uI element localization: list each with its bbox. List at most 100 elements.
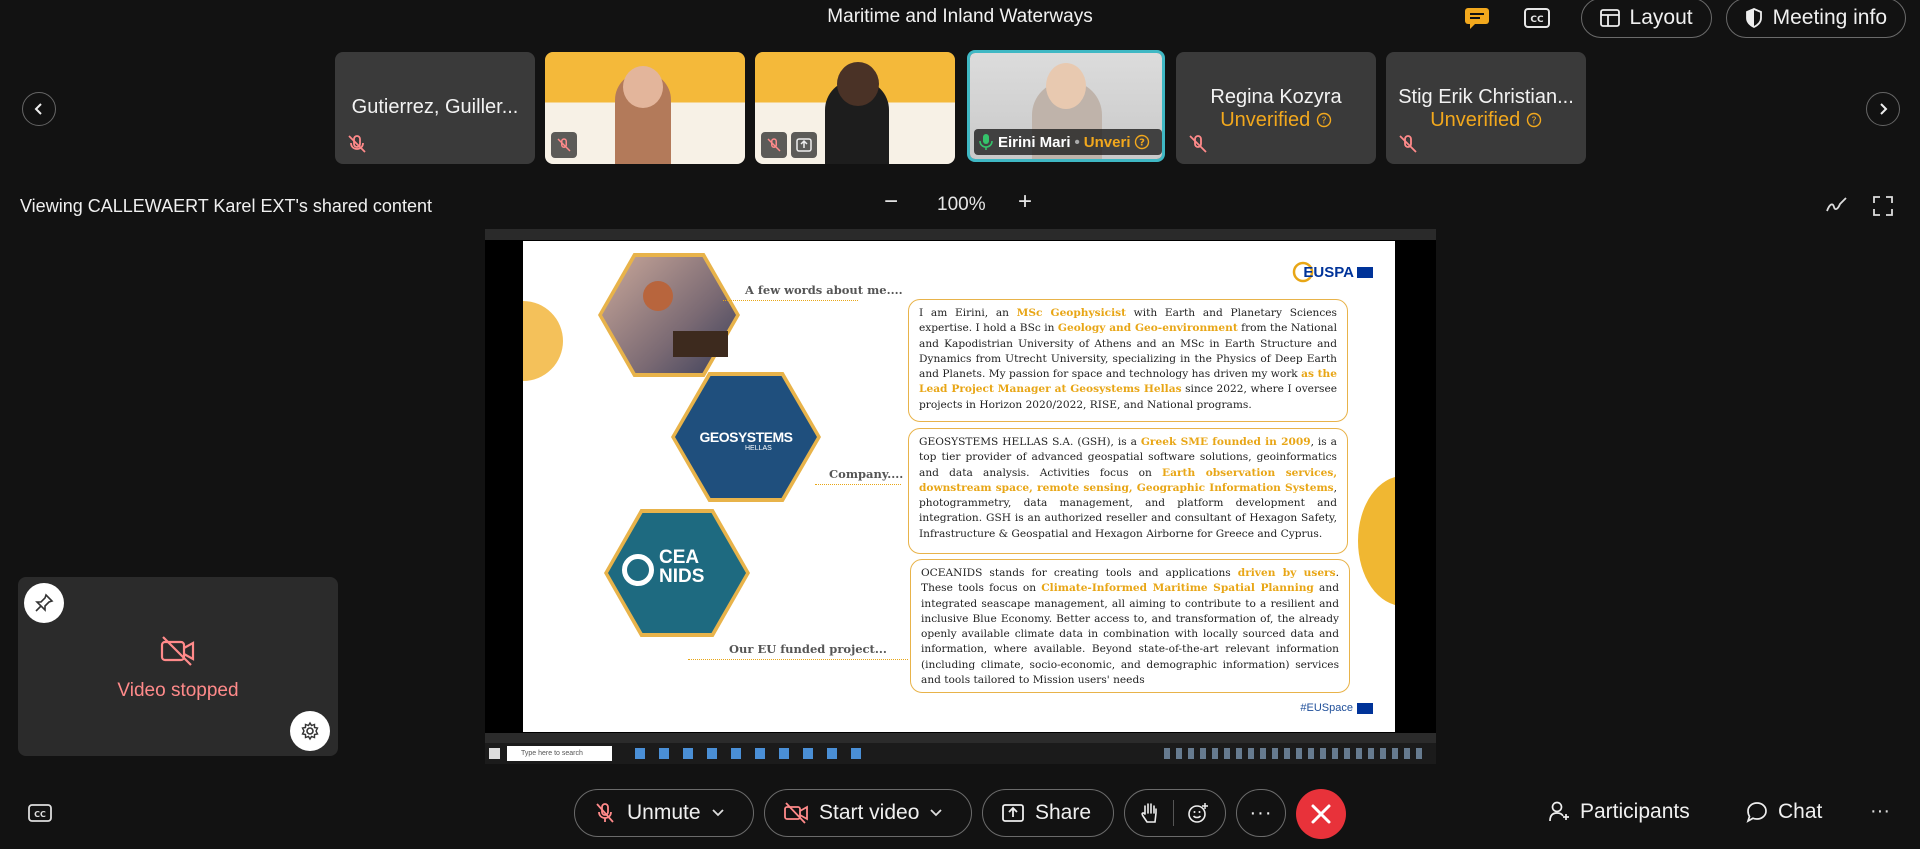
- chevron-right-icon: [1880, 103, 1888, 115]
- leave-meeting-button[interactable]: [1296, 789, 1346, 839]
- chat-button[interactable]: Chat: [1746, 800, 1822, 824]
- mic-muted-icon: [761, 132, 787, 158]
- svg-text:?: ?: [1531, 116, 1536, 127]
- hashtag-text: #EUSpace: [1300, 702, 1353, 714]
- overflow-menu-button[interactable]: ···: [1870, 800, 1890, 823]
- presentation-statusbar: [485, 733, 1436, 743]
- pin-icon: [35, 593, 54, 612]
- mic-muted-icon: [596, 803, 614, 823]
- participant-status-row: Unverified ?: [1386, 109, 1586, 132]
- strip-prev-button[interactable]: [22, 92, 56, 126]
- participant-face: [837, 62, 879, 106]
- participants-icon: [1549, 801, 1569, 822]
- closed-captions-icon[interactable]: CC: [1521, 2, 1553, 34]
- participant-status-row: Unverified ?: [1176, 109, 1376, 132]
- chat-notification-icon[interactable]: [1461, 2, 1493, 34]
- participant-tile[interactable]: Stig Erik Christian... Unverified ?: [1386, 52, 1586, 164]
- participant-tile-active[interactable]: Eirini Mari • Unveri ?: [967, 50, 1165, 162]
- participant-tile[interactable]: Gutierrez, Guiller...: [335, 52, 535, 164]
- unmute-label: Unmute: [627, 801, 701, 824]
- participant-name: Stig Erik Christian...: [1398, 86, 1574, 108]
- start-video-button[interactable]: Start video: [764, 789, 972, 837]
- highlighted-text: Greek SME founded in 2009: [1140, 436, 1311, 448]
- mic-muted-icon: [1189, 135, 1207, 153]
- video-stopped-label: Video stopped: [117, 680, 239, 701]
- participant-name: Regina Kozyra: [1210, 86, 1342, 108]
- self-view-settings-button[interactable]: [290, 711, 330, 751]
- section-label-company: Company....: [829, 467, 904, 481]
- highlighted-text: MSc Geophysicist: [1016, 307, 1126, 319]
- help-icon: ?: [1316, 112, 1331, 128]
- svg-text:?: ?: [1321, 116, 1326, 127]
- mic-on-icon: [979, 134, 993, 150]
- share-screen-icon: [1002, 804, 1024, 822]
- paragraph-text: and integrated seascape management, all …: [921, 582, 1339, 687]
- speaker-photo-detail: [643, 281, 673, 311]
- unmute-button[interactable]: Unmute: [574, 789, 754, 837]
- participants-button[interactable]: Participants: [1548, 800, 1690, 824]
- help-icon: ?: [1526, 112, 1541, 128]
- chevron-left-icon: [34, 103, 42, 115]
- highlighted-text: Climate-Informed Maritime Spatial Planni…: [1041, 582, 1314, 595]
- raise-hand-icon[interactable]: [1139, 801, 1161, 825]
- decor-circle: [523, 301, 563, 381]
- captions-icon[interactable]: CC: [28, 803, 52, 828]
- participant-tile[interactable]: Regina Kozyra Unverified ?: [1176, 52, 1376, 164]
- paragraph-text: OCEANIDS stands for creating tools and a…: [921, 567, 1238, 579]
- emoji-reaction-icon[interactable]: [1186, 801, 1210, 825]
- participant-face: [623, 66, 663, 108]
- share-button[interactable]: Share: [982, 789, 1114, 837]
- windows-start-icon: [489, 748, 500, 759]
- euspa-logo-text: EUSPA: [1303, 263, 1354, 281]
- layout-icon: [1599, 9, 1620, 27]
- oceanids-logo-top: CEA: [659, 547, 700, 568]
- svg-text:?: ?: [1140, 138, 1146, 149]
- participant-tile-video[interactable]: [545, 52, 745, 164]
- chevron-down-icon[interactable]: [929, 808, 943, 818]
- annotate-icon[interactable]: [1825, 195, 1849, 220]
- participant-status: Unveri: [1083, 133, 1131, 151]
- geosystems-logo-text: GEOSYSTEMS: [699, 429, 793, 445]
- mic-muted-icon: [1399, 135, 1417, 153]
- layout-label: Layout: [1629, 6, 1693, 29]
- participant-tile-video[interactable]: [755, 52, 955, 164]
- section-label-about: A few words about me....: [745, 283, 903, 297]
- pin-button[interactable]: [24, 583, 64, 623]
- shield-icon: [1745, 8, 1762, 28]
- about-textbox: I am Eirini, an MSc Geophysicist with Ea…: [908, 299, 1348, 422]
- self-view: Video stopped: [18, 577, 338, 756]
- hashtag: #EUSpace: [1300, 702, 1373, 714]
- euspa-logo: EUSPA: [1292, 261, 1373, 283]
- chevron-down-icon[interactable]: [711, 808, 725, 818]
- nameplate-separator: •: [1074, 133, 1080, 151]
- section-label-project: Our EU funded project...: [729, 642, 887, 656]
- participants-label: Participants: [1580, 800, 1690, 823]
- oceanids-logo-bottom: NIDS: [659, 566, 705, 587]
- shared-content: EUSPA GEOSYSTEMS HELLAS CEA NIDS A few w…: [485, 229, 1436, 764]
- svg-text:CC: CC: [1530, 15, 1544, 25]
- svg-text:CC: CC: [34, 810, 46, 819]
- strip-next-button[interactable]: [1866, 92, 1900, 126]
- fullscreen-icon[interactable]: [1872, 195, 1894, 222]
- taskbar-tray-icons: [1164, 748, 1424, 759]
- zoom-in-button[interactable]: +: [1018, 188, 1032, 216]
- taskbar-search: Type here to search: [507, 746, 612, 761]
- separator: [1173, 800, 1174, 826]
- windows-taskbar: Type here to search: [485, 743, 1436, 764]
- highlighted-text: Geology and Geo-environment: [1057, 322, 1238, 335]
- more-options-button[interactable]: ···: [1236, 789, 1286, 837]
- zoom-level: 100%: [937, 194, 986, 215]
- meeting-info-button[interactable]: Meeting info: [1725, 0, 1906, 38]
- participant-name: Gutierrez, Guiller...: [351, 96, 519, 118]
- oceanids-logo-text: CEA NIDS: [659, 548, 704, 586]
- connector-line: [815, 484, 901, 485]
- video-off-icon: [160, 636, 195, 666]
- top-actions: CC Layout Meeting info: [1461, 0, 1906, 38]
- eu-flag-icon: [1357, 702, 1373, 714]
- zoom-out-button[interactable]: −: [884, 188, 898, 216]
- participant-name: Eirini Mari: [998, 133, 1071, 151]
- close-icon: [1311, 804, 1331, 824]
- layout-button[interactable]: Layout: [1580, 0, 1712, 38]
- help-icon: ?: [1135, 134, 1150, 150]
- video-off-icon: [784, 802, 808, 824]
